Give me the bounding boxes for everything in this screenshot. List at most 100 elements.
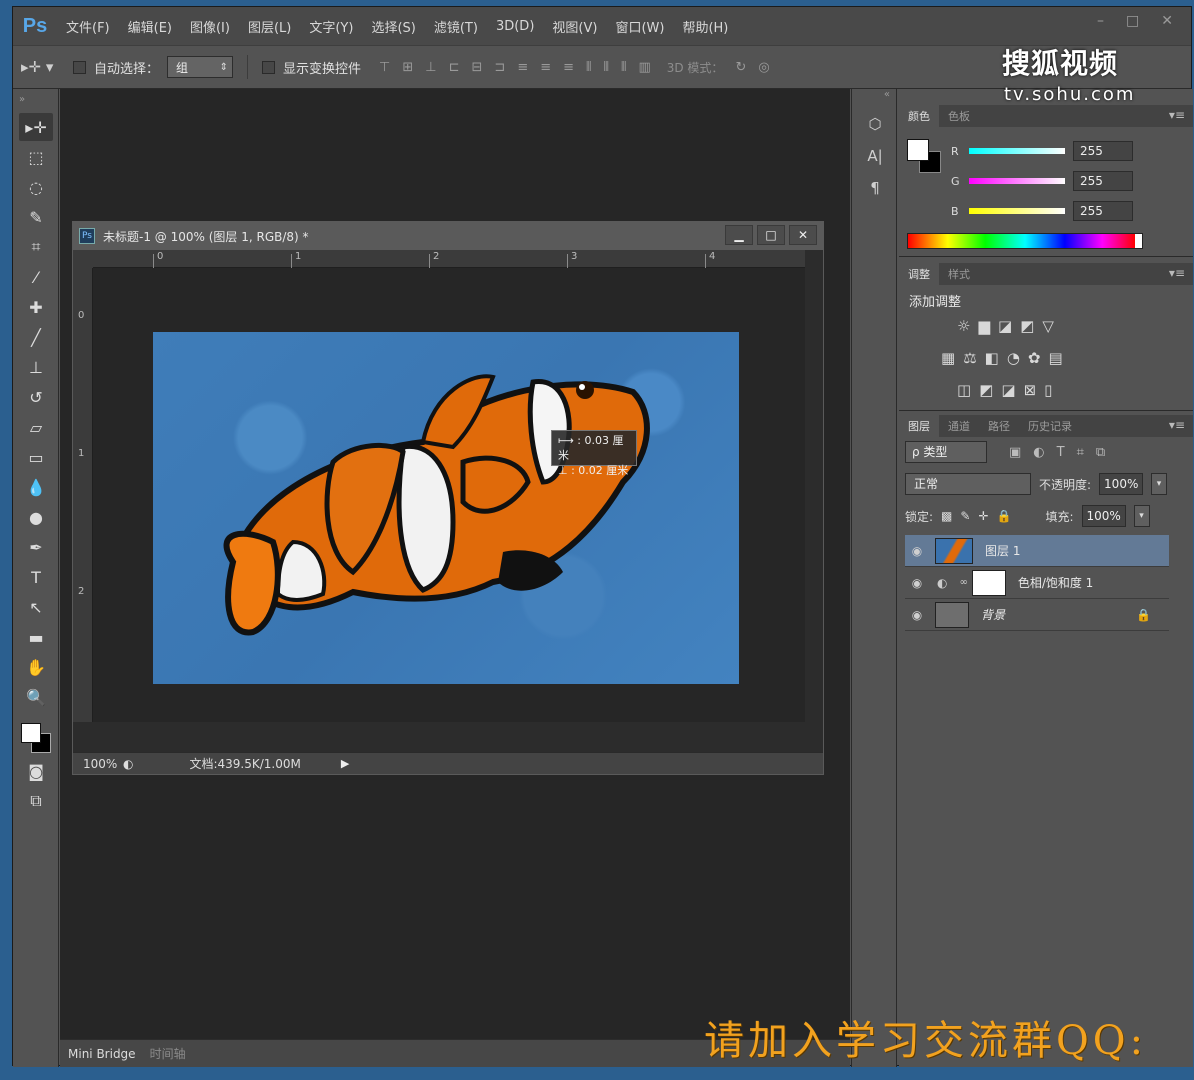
document-titlebar[interactable]: Ps 未标题-1 @ 100% (图层 1, RGB/8) * ▁ □ ✕ bbox=[73, 222, 823, 250]
distribute-hcenter-icon[interactable]: ⫴ bbox=[604, 60, 609, 75]
slider-b[interactable]: B 255 bbox=[951, 201, 1133, 221]
lasso-tool-icon[interactable]: ◌ bbox=[19, 173, 53, 201]
maximize-button[interactable]: □ bbox=[1126, 13, 1139, 29]
distribute-right-icon[interactable]: ⫴ bbox=[621, 60, 626, 75]
slider-g-track[interactable] bbox=[969, 178, 1065, 184]
menu-view[interactable]: 视图(V) bbox=[543, 17, 606, 36]
distribute-left-icon[interactable]: ⫴ bbox=[586, 60, 591, 75]
collapse-arrows-icon[interactable]: » bbox=[13, 89, 58, 111]
visibility-eye-icon[interactable]: ◉ bbox=[905, 576, 929, 590]
panel-menu-icon[interactable]: ▾≡ bbox=[1169, 418, 1185, 432]
doc-minimize-button[interactable]: ▁ bbox=[725, 225, 753, 245]
photo-filter-icon[interactable]: ◔ bbox=[1007, 349, 1020, 367]
vibrance-icon[interactable]: ▽ bbox=[1042, 317, 1054, 335]
filter-pixel-icon[interactable]: ▣ bbox=[1009, 445, 1021, 460]
channel-r-value[interactable]: 255 bbox=[1073, 141, 1133, 161]
fill-dropdown-icon[interactable]: ▾ bbox=[1133, 505, 1150, 527]
gradient-map-icon[interactable]: ▯ bbox=[1044, 381, 1052, 399]
layer-name[interactable]: 色相/饱和度 1 bbox=[1018, 574, 1094, 591]
horizontal-ruler[interactable]: 0 1 2 3 4 bbox=[93, 250, 805, 268]
tab-styles[interactable]: 样式 bbox=[939, 263, 979, 285]
menu-filter[interactable]: 滤镜(T) bbox=[425, 17, 487, 36]
selective-color-icon[interactable]: ⊠ bbox=[1024, 381, 1037, 399]
eyedropper-tool-icon[interactable]: ⁄ bbox=[19, 263, 53, 291]
exposure-icon[interactable]: ◩ bbox=[1020, 317, 1034, 335]
fill-input[interactable]: 100% bbox=[1081, 505, 1126, 527]
slider-r[interactable]: R 255 bbox=[951, 141, 1133, 161]
menu-type[interactable]: 文字(Y) bbox=[300, 17, 362, 36]
3d-rotate-icon[interactable]: ↻ bbox=[735, 60, 746, 75]
invert-icon[interactable]: ◫ bbox=[957, 381, 971, 399]
canvas-area[interactable]: ⟼ : 0.03 厘米 ⊥ : 0.02 厘米 bbox=[93, 268, 805, 722]
panel-menu-icon[interactable]: ▾≡ bbox=[1169, 266, 1185, 280]
tab-channels[interactable]: 通道 bbox=[939, 415, 979, 437]
lock-all-icon[interactable]: 🔒 bbox=[997, 509, 1012, 523]
character-panel-icon[interactable]: A| bbox=[860, 143, 890, 169]
auto-select-checkbox[interactable] bbox=[73, 60, 86, 74]
align-top-icon[interactable]: ⊤ bbox=[379, 60, 390, 75]
lock-position-icon[interactable]: ✛ bbox=[978, 509, 988, 523]
channel-b-value[interactable]: 255 bbox=[1073, 201, 1133, 221]
black-white-icon[interactable]: ◧ bbox=[985, 349, 999, 367]
minimize-button[interactable]: – bbox=[1097, 13, 1104, 29]
move-tool-preset-icon[interactable]: ▸✛ ▾ bbox=[21, 58, 65, 76]
doc-close-button[interactable]: ✕ bbox=[789, 225, 817, 245]
show-transform-checkbox[interactable] bbox=[262, 60, 276, 74]
zoom-level[interactable]: 100% bbox=[73, 757, 123, 771]
pen-tool-icon[interactable]: ✒ bbox=[19, 533, 53, 561]
clownfish-image[interactable]: ⟼ : 0.03 厘米 ⊥ : 0.02 厘米 bbox=[153, 332, 739, 684]
tab-history[interactable]: 历史记录 bbox=[1019, 415, 1081, 437]
3d-roll-icon[interactable]: ◎ bbox=[758, 60, 769, 75]
panel-foreground-swatch[interactable] bbox=[907, 139, 929, 161]
layer-kind-filter[interactable]: ρ 类型 bbox=[905, 441, 987, 463]
layer-name[interactable]: 图层 1 bbox=[985, 542, 1020, 559]
tab-adjustments[interactable]: 调整 bbox=[899, 263, 939, 285]
threshold-icon[interactable]: ◪ bbox=[1001, 381, 1015, 399]
close-button[interactable]: ✕ bbox=[1161, 13, 1173, 29]
status-icon[interactable]: ◐ bbox=[123, 757, 133, 771]
quick-mask-icon[interactable]: ◙ bbox=[19, 757, 53, 785]
collapse-icon[interactable]: « bbox=[852, 89, 896, 105]
align-vcenter-icon[interactable]: ⊞ bbox=[402, 60, 413, 75]
auto-align-icon[interactable]: ▥ bbox=[638, 60, 650, 75]
auto-select-dropdown[interactable]: 组 bbox=[167, 56, 234, 78]
layer-mask-thumbnail[interactable] bbox=[971, 569, 1006, 596]
tab-swatches[interactable]: 色板 bbox=[939, 105, 979, 127]
opacity-input[interactable]: 100% bbox=[1099, 473, 1144, 495]
lock-pixels-icon[interactable]: ✎ bbox=[960, 509, 970, 523]
quick-select-tool-icon[interactable]: ✎ bbox=[19, 203, 53, 231]
color-balance-icon[interactable]: ⚖ bbox=[963, 349, 976, 367]
align-bottom-icon[interactable]: ⊥ bbox=[425, 60, 436, 75]
history-brush-tool-icon[interactable]: ↺ bbox=[19, 383, 53, 411]
opacity-dropdown-icon[interactable]: ▾ bbox=[1151, 473, 1168, 495]
vertical-ruler[interactable]: 0 1 2 bbox=[73, 268, 93, 722]
levels-icon[interactable]: ▆ bbox=[978, 317, 990, 335]
eraser-tool-icon[interactable]: ▱ bbox=[19, 413, 53, 441]
align-right-icon[interactable]: ⊐ bbox=[494, 60, 505, 75]
posterize-icon[interactable]: ◩ bbox=[979, 381, 993, 399]
menu-3d[interactable]: 3D(D) bbox=[487, 19, 543, 34]
visibility-eye-icon[interactable]: ◉ bbox=[905, 544, 929, 558]
channel-g-value[interactable]: 255 bbox=[1073, 171, 1133, 191]
filter-type-icon[interactable]: T bbox=[1057, 445, 1065, 460]
blend-mode-dropdown[interactable]: 正常 bbox=[905, 473, 1031, 495]
color-spectrum[interactable] bbox=[907, 233, 1143, 249]
hue-saturation-icon[interactable]: ▦ bbox=[941, 349, 955, 367]
blur-tool-icon[interactable]: 💧 bbox=[19, 473, 53, 501]
align-hcenter-icon[interactable]: ⊟ bbox=[472, 60, 483, 75]
rectangle-tool-icon[interactable]: ▬ bbox=[19, 623, 53, 651]
panel-menu-icon[interactable]: ▾≡ bbox=[1169, 108, 1185, 122]
layer-row[interactable]: ◉ 背景 🔒 bbox=[905, 599, 1169, 631]
menu-edit[interactable]: 编辑(E) bbox=[119, 17, 181, 36]
menu-image[interactable]: 图像(I) bbox=[181, 17, 239, 36]
3d-panel-icon[interactable]: ⬡ bbox=[860, 111, 890, 137]
mask-link-icon[interactable]: ∞ bbox=[959, 577, 967, 588]
brightness-icon[interactable]: ☼ bbox=[957, 317, 970, 335]
color-lookup-icon[interactable]: ▤ bbox=[1049, 349, 1063, 367]
slider-r-track[interactable] bbox=[969, 148, 1065, 154]
ruler-origin[interactable] bbox=[73, 250, 93, 268]
channel-mixer-icon[interactable]: ✿ bbox=[1028, 349, 1041, 367]
lock-transparency-icon[interactable]: ▩ bbox=[941, 509, 952, 523]
slider-g[interactable]: G 255 bbox=[951, 171, 1133, 191]
clone-stamp-tool-icon[interactable]: ⊥ bbox=[19, 353, 53, 381]
